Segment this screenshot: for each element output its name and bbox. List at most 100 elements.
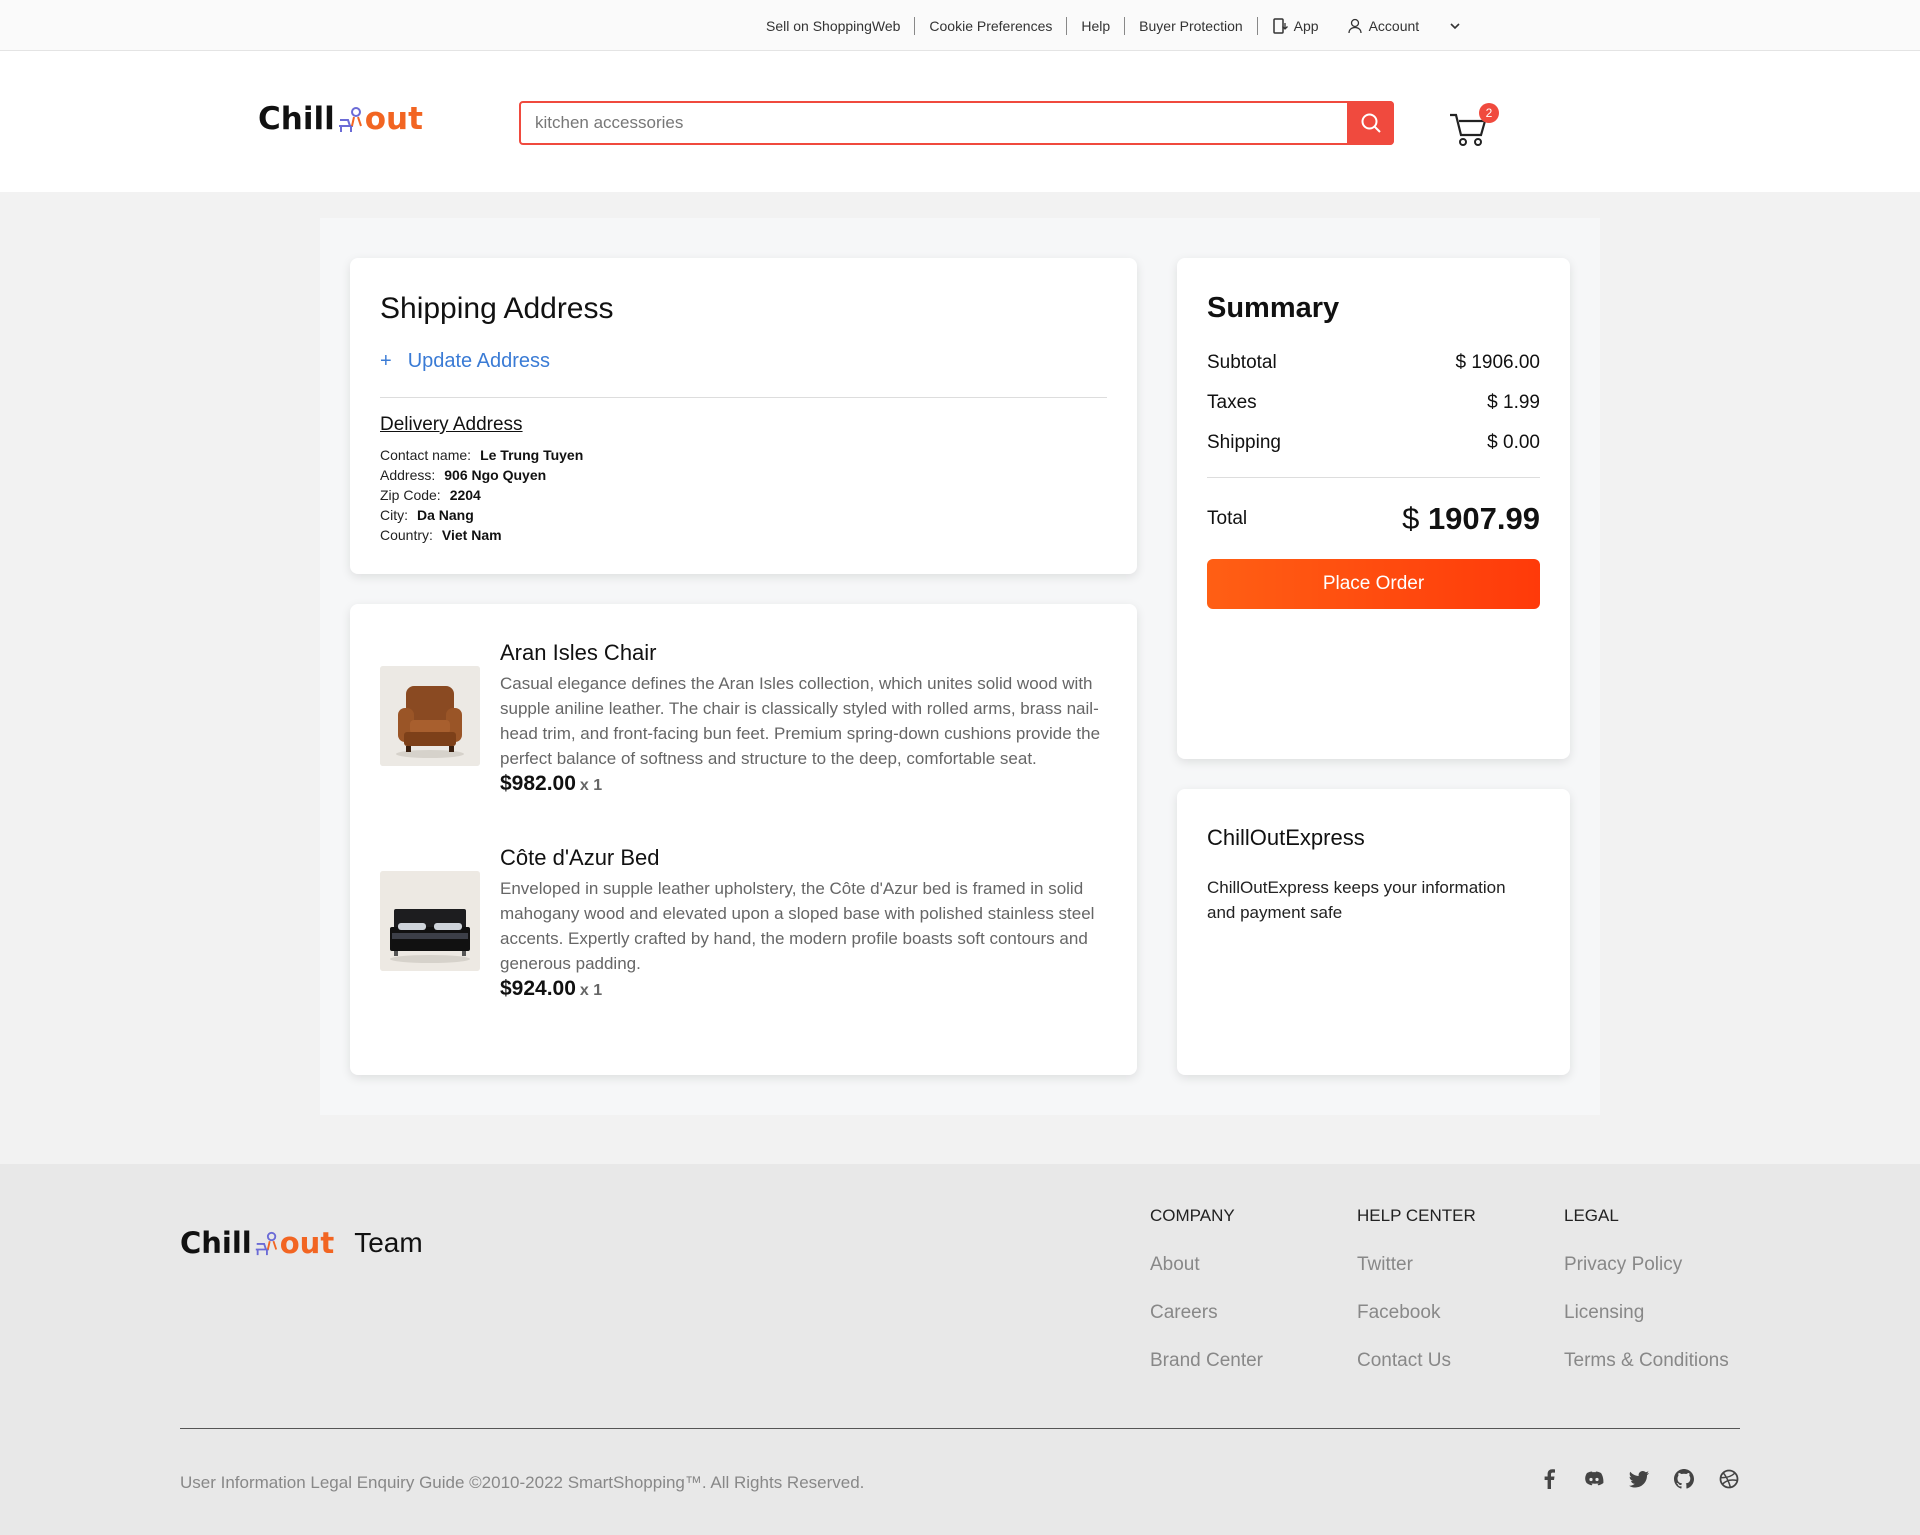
logo-chill-text: Chill <box>180 1226 252 1260</box>
update-address-button[interactable]: + Update Address <box>380 350 550 373</box>
taxes-row: Taxes $ 1.99 <box>1207 392 1540 414</box>
subtotal-row: Subtotal $ 1906.00 <box>1207 352 1540 374</box>
twitter-icon[interactable] <box>1628 1468 1650 1490</box>
product-title[interactable]: Aran Isles Chair <box>500 640 657 666</box>
shipping-title: Shipping Address <box>380 292 614 325</box>
address-line: Address: 906 Ngo Quyen <box>380 465 583 485</box>
search-input[interactable] <box>521 103 1321 143</box>
top-utility-bar: Sell on ShoppingWeb Cookie Preferences H… <box>0 0 1920 51</box>
footer-logo[interactable]: Chill out Team <box>180 1226 423 1260</box>
quantity: x 1 <box>579 982 603 999</box>
logo-chair-icon <box>255 1231 277 1256</box>
facebook-icon[interactable] <box>1538 1468 1560 1490</box>
total-amount: $ 1907.99 <box>1402 501 1540 537</box>
place-order-button[interactable]: Place Order <box>1207 559 1540 609</box>
field-value: 2204 <box>449 487 481 503</box>
search-icon <box>1361 113 1381 133</box>
footer-divider <box>180 1428 1740 1429</box>
field-value: Viet Nam <box>441 527 502 543</box>
site-footer: Chill out Team COMPANY About Careers Bra… <box>0 1164 1920 1535</box>
footer-link-about[interactable]: About <box>1150 1254 1263 1276</box>
checkout-container: Shipping Address + Update Address Delive… <box>320 218 1600 1115</box>
footer-link-twitter[interactable]: Twitter <box>1357 1254 1476 1276</box>
footer-link-licensing[interactable]: Licensing <box>1564 1302 1729 1324</box>
github-icon[interactable] <box>1673 1468 1695 1490</box>
row-label: Shipping <box>1207 432 1281 453</box>
shipping-address-card: Shipping Address + Update Address Delive… <box>350 258 1137 574</box>
plus-icon: + <box>380 350 392 372</box>
logo-chill-text: Chill <box>258 101 335 137</box>
express-title: ChillOutExpress <box>1207 825 1365 850</box>
total-value: 1907.99 <box>1427 501 1540 536</box>
app-link[interactable]: App <box>1258 17 1333 35</box>
product-description: Enveloped in supple leather upholstery, … <box>500 879 1095 973</box>
chevron-down-icon <box>1450 22 1460 29</box>
shipping-row: Shipping $ 0.00 <box>1207 432 1540 454</box>
account-dropdown[interactable] <box>1433 18 1477 34</box>
field-label: Country: <box>380 527 433 543</box>
column-title: LEGAL <box>1564 1206 1619 1225</box>
footer-link-privacy-policy[interactable]: Privacy Policy <box>1564 1254 1729 1276</box>
footer-link-contact-us[interactable]: Contact Us <box>1357 1350 1476 1372</box>
order-summary-card: Summary Subtotal $ 1906.00 Taxes $ 1.99 … <box>1177 258 1570 759</box>
cart-button[interactable]: 2 <box>1448 103 1499 149</box>
product-image-chair[interactable] <box>380 666 480 766</box>
account-link[interactable]: Account <box>1333 17 1434 35</box>
chillout-logo[interactable]: Chill out <box>258 101 423 137</box>
total-label: Total <box>1207 508 1248 529</box>
divider <box>380 397 1107 398</box>
discord-icon[interactable] <box>1583 1468 1605 1490</box>
field-value: Da Nang <box>417 507 474 523</box>
row-label: Subtotal <box>1207 352 1277 373</box>
footer-link-facebook[interactable]: Facebook <box>1357 1302 1476 1324</box>
column-title: COMPANY <box>1150 1206 1235 1225</box>
update-address-label: Update Address <box>407 350 551 372</box>
top-links: Sell on ShoppingWeb Cookie Preferences H… <box>752 0 1477 51</box>
help-link[interactable]: Help <box>1067 16 1126 35</box>
field-label: Address: <box>380 467 436 483</box>
product-description: Casual elegance defines the Aran Isles c… <box>500 674 1101 768</box>
footer-link-careers[interactable]: Careers <box>1150 1302 1263 1324</box>
field-label: City: <box>380 507 408 523</box>
social-links <box>1538 1468 1740 1490</box>
sell-link[interactable]: Sell on ShoppingWeb <box>752 16 916 35</box>
footer-link-terms[interactable]: Terms & Conditions <box>1564 1350 1729 1372</box>
account-label: Account <box>1368 17 1420 34</box>
field-value: 906 Ngo Quyen <box>444 467 547 483</box>
buyer-protection-link[interactable]: Buyer Protection <box>1125 16 1258 35</box>
user-icon <box>1347 18 1362 33</box>
price-value: $982.00 <box>500 772 576 795</box>
address-line: City: Da Nang <box>380 505 583 525</box>
footer-column-legal: LEGAL Privacy Policy Licensing Terms & C… <box>1564 1206 1729 1398</box>
price-value: $924.00 <box>500 977 576 1000</box>
app-label: App <box>1293 17 1319 34</box>
product-price: $982.00 x 1 <box>500 772 602 796</box>
footer-link-brand-center[interactable]: Brand Center <box>1150 1350 1263 1372</box>
bed-image <box>380 871 480 971</box>
list-item: Aran Isles Chair Casual elegance defines… <box>380 640 1107 810</box>
address-line: Contact name: Le Trung Tuyen <box>380 445 583 465</box>
field-label: Contact name: <box>380 447 472 463</box>
field-value: Le Trung Tuyen <box>480 447 584 463</box>
address-details: Contact name: Le Trung Tuyen Address: 906 … <box>380 445 583 545</box>
address-line: Zip Code: 2204 <box>380 485 583 505</box>
total-row: Total $ 1907.99 <box>1207 501 1540 537</box>
product-image-bed[interactable] <box>380 871 480 971</box>
row-value: $ 1.99 <box>1487 392 1540 413</box>
app-download-icon <box>1272 17 1288 34</box>
chilloutexpress-card: ChillOutExpress ChillOutExpress keeps yo… <box>1177 789 1570 1075</box>
cookie-preferences-link[interactable]: Cookie Preferences <box>915 16 1068 35</box>
total-currency: $ <box>1402 501 1420 536</box>
address-line: Country: Viet Nam <box>380 525 583 545</box>
search-button[interactable] <box>1347 101 1394 145</box>
dribbble-icon[interactable] <box>1718 1468 1740 1490</box>
armchair-image <box>380 666 480 766</box>
logo-out-text: out <box>279 1226 335 1260</box>
footer-column-help-center: HELP CENTER Twitter Facebook Contact Us <box>1357 1206 1476 1398</box>
product-title[interactable]: Côte d'Azur Bed <box>500 845 660 871</box>
footer-column-company: COMPANY About Careers Brand Center <box>1150 1206 1263 1398</box>
divider <box>1207 477 1540 478</box>
row-value: $ 0.00 <box>1487 432 1540 453</box>
quantity: x 1 <box>579 777 603 794</box>
list-item: Côte d'Azur Bed Enveloped in supple leat… <box>380 845 1107 1015</box>
